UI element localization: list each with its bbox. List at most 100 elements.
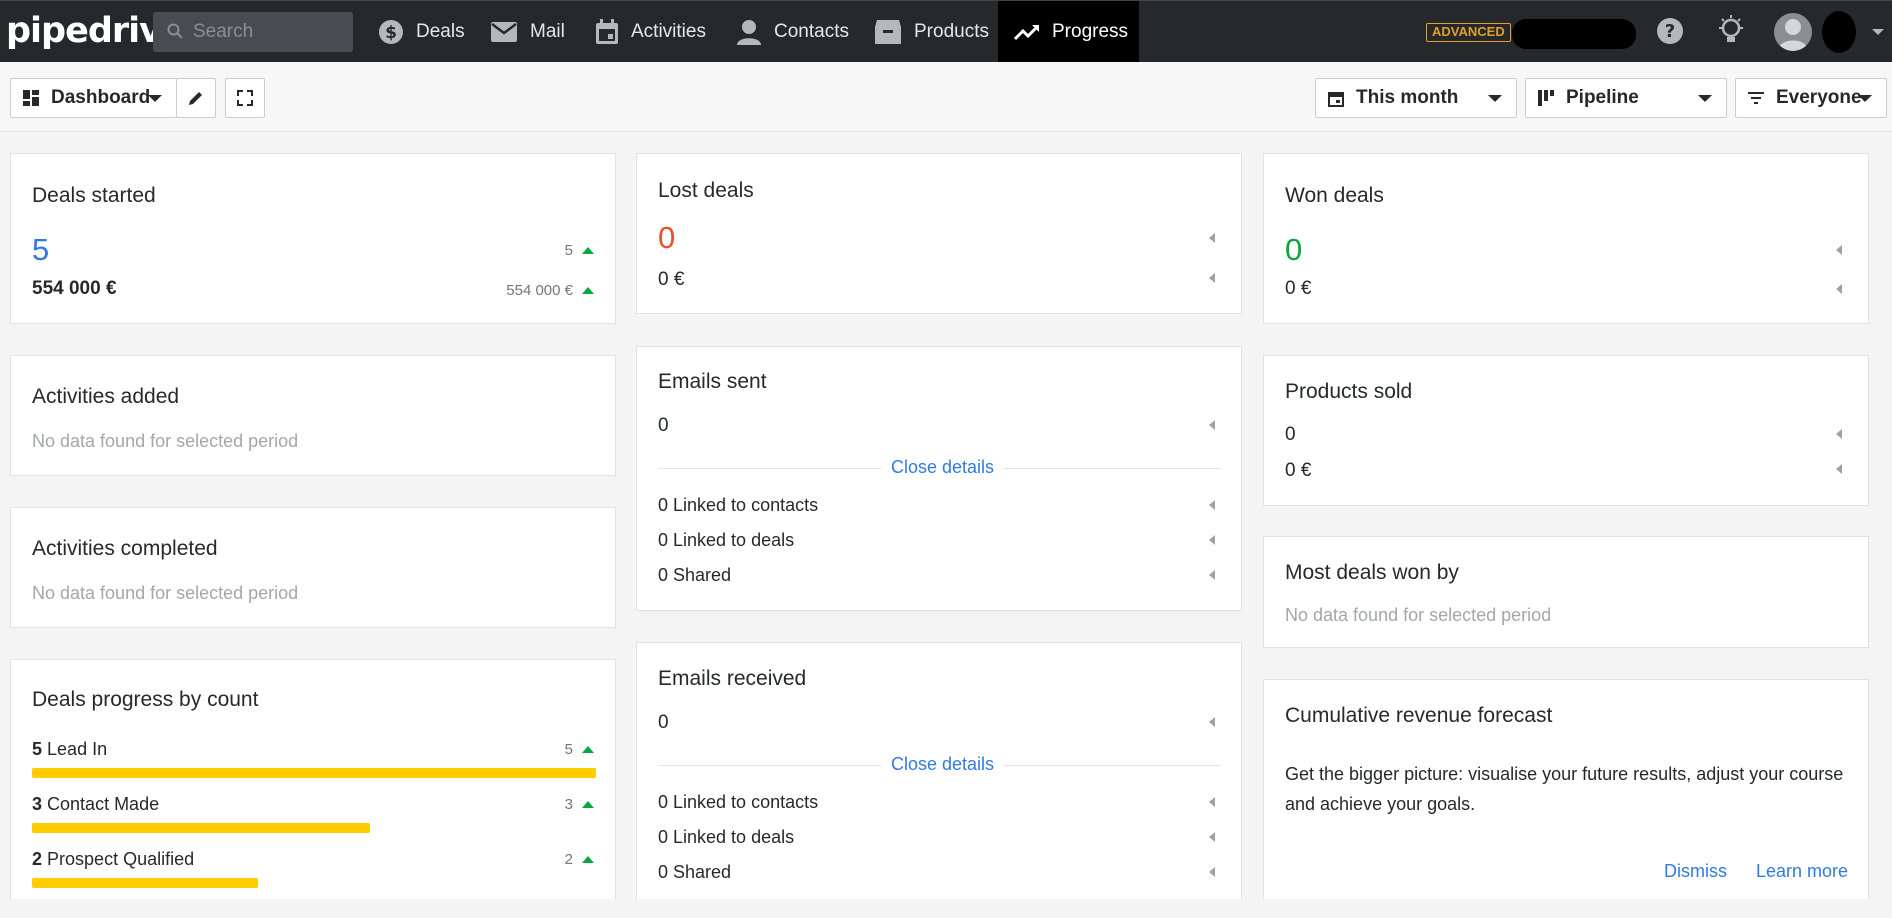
card-title: Activities added	[32, 385, 180, 408]
deals-started-card: Deals started 5 554 000 € 5 554 000 €	[10, 153, 616, 324]
calendar-icon	[1328, 91, 1344, 107]
nav-item-contacts[interactable]: Contacts	[736, 1, 849, 63]
trend-value: 554 000 €	[506, 282, 573, 299]
collapsed-trend-icon	[1209, 233, 1215, 243]
trend-value: 2	[564, 851, 573, 868]
trend-up-icon	[582, 287, 594, 294]
user-menu-chevron-icon[interactable]	[1872, 29, 1884, 35]
trend-up-icon	[582, 856, 594, 863]
collapsed-trend-icon	[1209, 500, 1215, 510]
stage-row-prospect-qualified[interactable]: 2 Prospect Qualified	[32, 849, 194, 870]
deals-started-count-trend: 5	[565, 242, 594, 259]
card-title: Deals progress by count	[32, 688, 259, 711]
collapsed-trend-icon	[1209, 570, 1215, 580]
close-details-link[interactable]: Close details	[881, 754, 1005, 775]
dismiss-button[interactable]: Dismiss	[1664, 861, 1727, 882]
fullscreen-button[interactable]	[225, 78, 265, 118]
stage-count: 3	[32, 794, 43, 814]
activities-added-card: Activities added No data found for selec…	[10, 355, 616, 476]
trend-value: 5	[564, 242, 573, 259]
emails-sent-count: 0	[658, 415, 669, 436]
emails-received-card: Emails received 0 Close details 0 Linked…	[636, 642, 1242, 899]
nav-item-label: Progress	[1052, 21, 1129, 42]
dashboard-selector-label: Dashboard	[51, 87, 151, 108]
stage-trend: 2	[565, 851, 594, 868]
lightbulb-icon[interactable]	[1717, 15, 1745, 47]
card-title: Emails sent	[658, 370, 767, 393]
trend-up-icon	[582, 801, 594, 808]
user-avatar[interactable]	[1774, 13, 1812, 51]
collapsed-trend-icon	[1209, 717, 1215, 727]
redacted-user-name	[1822, 11, 1856, 53]
emails-received-count: 0	[658, 712, 669, 733]
dashboard-icon	[23, 90, 39, 106]
svg-text:?: ?	[1665, 21, 1675, 42]
nav-item-label: Mail	[530, 21, 565, 42]
revenue-forecast-card: Cumulative revenue forecast Get the bigg…	[1263, 679, 1869, 899]
trend-up-icon	[582, 746, 594, 753]
dashboard-toolbar: Dashboard This month Pipeline Everyone	[0, 62, 1892, 132]
search-box[interactable]	[153, 12, 353, 52]
forecast-description: Get the bigger picture: visualise your f…	[1285, 764, 1844, 814]
collapsed-trend-icon	[1836, 284, 1842, 294]
close-details-link[interactable]: Close details	[881, 457, 1005, 478]
stage-row-lead-in[interactable]: 5 Lead In	[32, 739, 107, 760]
stage-name: Lead In	[47, 739, 108, 759]
collapsed-trend-icon	[1209, 832, 1215, 842]
learn-more-link[interactable]: Learn more	[1756, 861, 1848, 882]
stage-progress-bar	[32, 768, 596, 778]
nav-item-activities[interactable]: Activities	[595, 1, 706, 63]
deals-started-amount-trend: 554 000 €	[506, 282, 594, 299]
no-data-message: No data found for selected period	[32, 583, 299, 603]
most-deals-won-card: Most deals won by No data found for sele…	[1263, 536, 1869, 648]
collapsed-trend-icon	[1209, 867, 1215, 877]
linked-to-contacts: 0 Linked to contacts	[658, 495, 819, 515]
nav-item-deals[interactable]: $ Deals	[378, 1, 465, 63]
linked-to-contacts: 0 Linked to contacts	[658, 792, 819, 812]
nav-item-progress[interactable]: Progress	[998, 1, 1139, 63]
edit-dashboard-button[interactable]	[176, 78, 216, 118]
won-deals-amount: 0 €	[1285, 278, 1312, 299]
top-navigation: pipedrive $ Deals Mail Activities Contac…	[0, 0, 1892, 63]
lost-deals-amount: 0 €	[658, 269, 685, 290]
search-icon	[167, 23, 183, 39]
deals-started-count[interactable]: 5	[32, 232, 49, 268]
help-icon[interactable]: ?	[1655, 16, 1685, 46]
products-sold-card: Products sold 0 0 €	[1263, 355, 1869, 506]
won-deals-count[interactable]: 0	[1285, 232, 1302, 268]
nav-item-label: Contacts	[774, 21, 849, 42]
chevron-down-icon	[1698, 95, 1712, 102]
card-title: Lost deals	[658, 179, 754, 202]
stage-row-contact-made[interactable]: 3 Contact Made	[32, 794, 159, 815]
products-sold-count: 0	[1285, 424, 1296, 445]
pipeline-selector[interactable]: Pipeline	[1525, 78, 1727, 118]
owner-filter-label: Everyone	[1776, 87, 1862, 108]
stage-name: Prospect Qualified	[47, 849, 195, 869]
card-title: Most deals won by	[1285, 561, 1459, 584]
emails-sent-card: Emails sent 0 Close details 0 Linked to …	[636, 346, 1242, 611]
box-icon	[875, 20, 901, 44]
collapsed-trend-icon	[1209, 535, 1215, 545]
stage-progress-bar	[32, 823, 370, 833]
owner-filter[interactable]: Everyone	[1735, 78, 1887, 118]
nav-item-label: Products	[914, 21, 989, 42]
nav-item-mail[interactable]: Mail	[490, 1, 565, 63]
chevron-down-icon	[1858, 95, 1872, 102]
stage-count: 2	[32, 849, 43, 869]
period-selector[interactable]: This month	[1315, 78, 1517, 118]
trend-value: 3	[564, 796, 573, 813]
stage-progress-bar	[32, 878, 258, 888]
nav-item-products[interactable]: Products	[874, 1, 989, 63]
lost-deals-count[interactable]: 0	[658, 220, 675, 256]
redacted-company-name	[1512, 19, 1636, 49]
stage-trend: 5	[565, 741, 594, 758]
dashboard-selector[interactable]: Dashboard	[10, 78, 177, 118]
nav-item-label: Deals	[416, 21, 465, 42]
deals-progress-card: Deals progress by count 5 Lead In 5 3 Co…	[10, 659, 616, 899]
person-icon	[1778, 19, 1808, 51]
collapsed-trend-icon	[1209, 420, 1215, 430]
stage-count: 5	[32, 739, 43, 759]
card-title: Activities completed	[32, 537, 218, 560]
no-data-message: No data found for selected period	[32, 431, 299, 451]
search-input[interactable]	[193, 12, 343, 52]
